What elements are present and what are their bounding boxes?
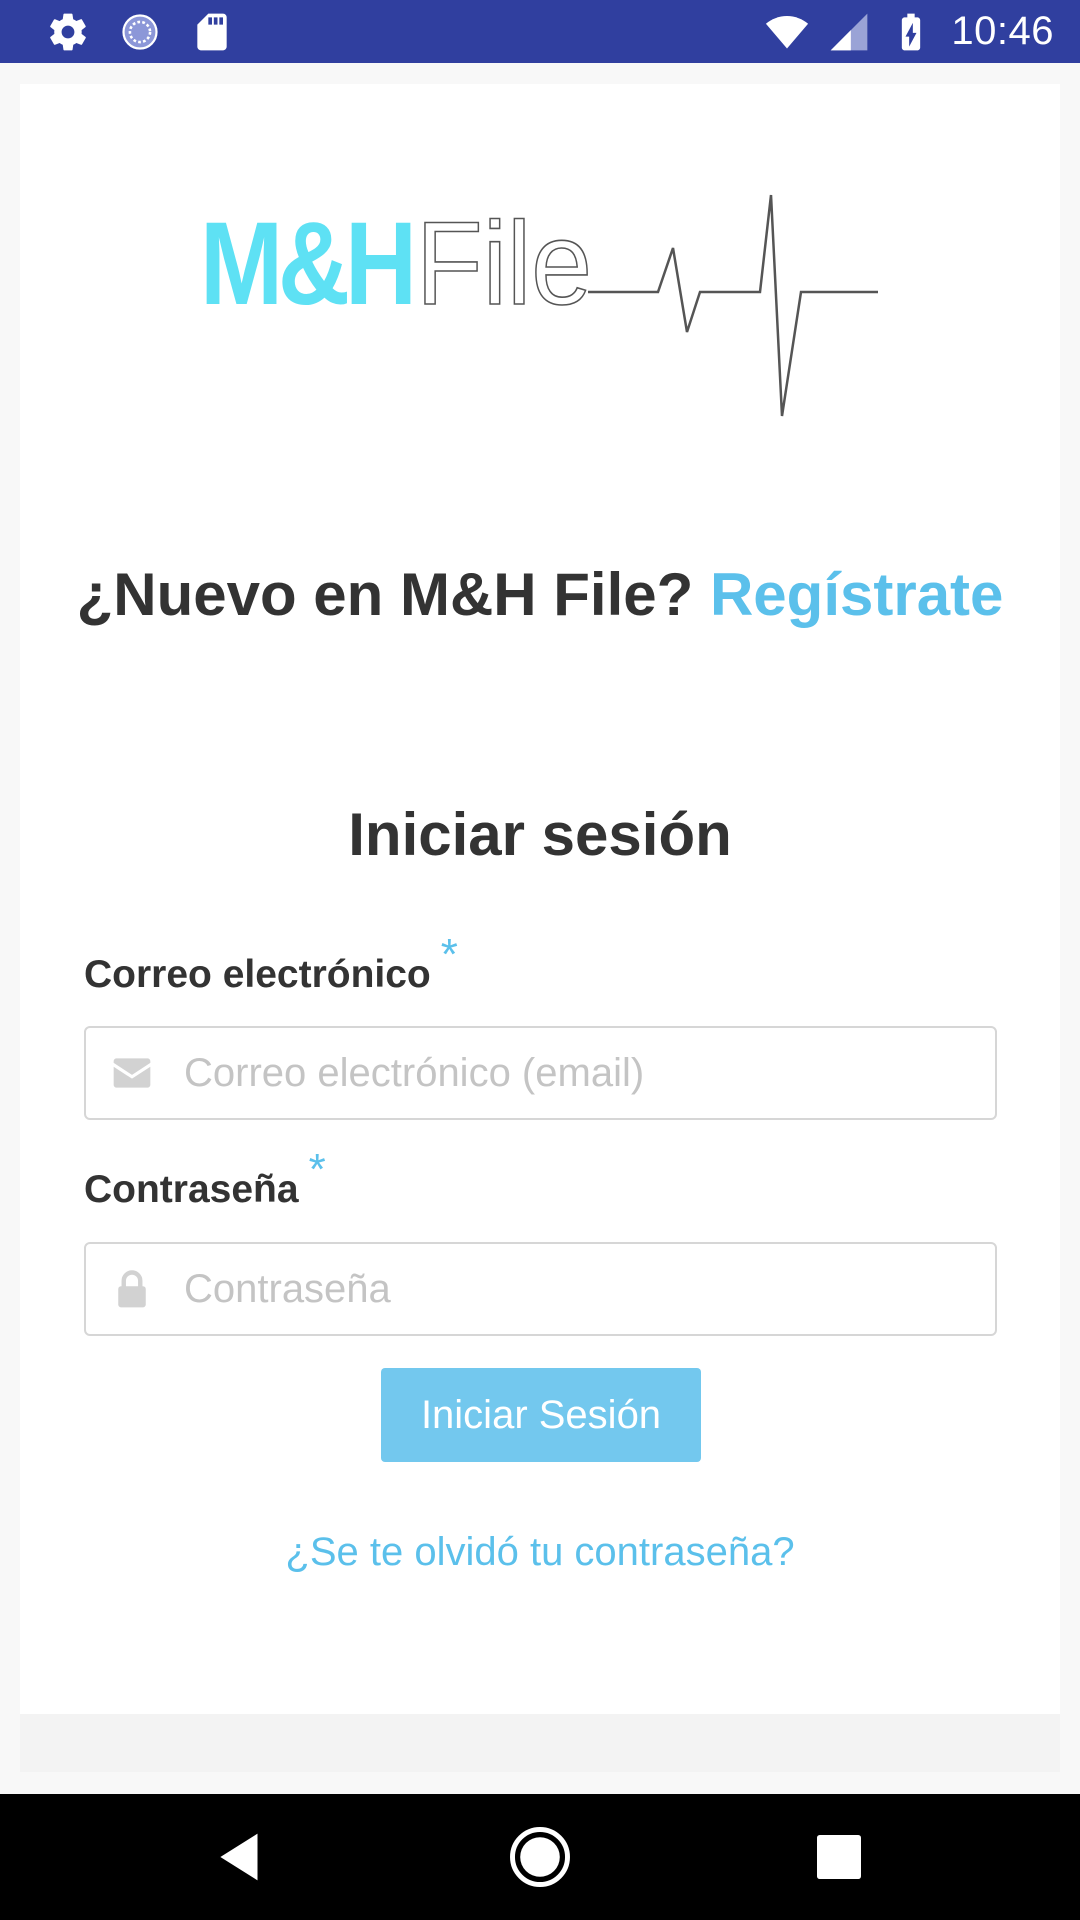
status-left-icons	[46, 10, 262, 54]
signup-prompt: ¿Nuevo en M&H File? Regístrate	[0, 560, 1080, 629]
login-title: Iniciar sesión	[348, 801, 732, 868]
home-icon[interactable]	[507, 1824, 573, 1890]
email-label-text: Correo electrónico	[84, 953, 431, 996]
envelope-icon	[113, 1058, 151, 1088]
password-label-text: Contraseña	[84, 1168, 299, 1211]
password-required-marker: *	[308, 1145, 326, 1194]
status-right-icons: 10:46	[747, 9, 1054, 54]
password-label: Contraseña *	[84, 1145, 326, 1213]
heartbeat-line	[588, 194, 878, 417]
status-time: 10:46	[951, 9, 1054, 53]
lock-icon	[118, 1270, 146, 1308]
logo-brand-text: M&H	[200, 198, 412, 330]
wifi-icon	[766, 15, 809, 48]
sync-icon	[122, 13, 158, 50]
password-input[interactable]	[184, 1244, 995, 1334]
settings-icon	[50, 13, 86, 50]
recents-icon[interactable]	[806, 1824, 872, 1890]
navigation-bar	[0, 1794, 1080, 1920]
signup-question: ¿Nuevo en M&H File?	[76, 561, 710, 628]
email-label: Correo electrónico *	[84, 930, 458, 998]
email-field-container[interactable]	[84, 1026, 997, 1120]
login-button[interactable]: Iniciar Sesión	[381, 1368, 701, 1462]
sd-card-icon	[197, 13, 227, 50]
battery-charging-icon	[902, 13, 921, 50]
back-icon[interactable]	[208, 1824, 274, 1890]
signup-link[interactable]: Regístrate	[710, 561, 1003, 628]
email-required-marker: *	[440, 930, 458, 979]
forgot-password-link[interactable]: ¿Se te olvidó tu contraseña?	[0, 1530, 1080, 1575]
mh-file-logo: M&H File	[200, 194, 878, 417]
card-footer	[20, 1714, 1060, 1772]
status-bar: 10:46	[0, 0, 1080, 63]
logo-file-text: File	[416, 198, 592, 330]
email-input[interactable]	[184, 1028, 995, 1118]
password-field-container[interactable]	[84, 1242, 997, 1336]
signal-icon	[831, 13, 868, 50]
